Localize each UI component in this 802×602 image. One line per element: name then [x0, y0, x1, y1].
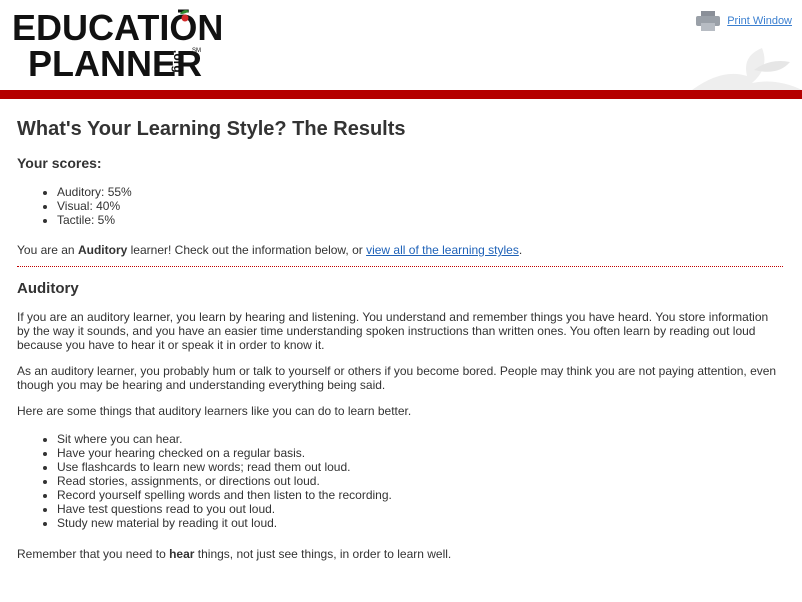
apple-icon: [180, 10, 189, 22]
view-all-styles-link[interactable]: view all of the learning styles: [366, 243, 519, 257]
closing-bold: hear: [169, 547, 195, 561]
tip-item: Use flashcards to learn new words; read …: [57, 460, 783, 474]
printer-icon[interactable]: [695, 11, 721, 31]
score-item: Visual: 40%: [57, 199, 783, 213]
tips-list: Sit where you can hear. Have your hearin…: [17, 432, 783, 530]
tip-item: Sit where you can hear.: [57, 432, 783, 446]
leaf-watermark-icon: [692, 48, 802, 90]
tip-item: Have your hearing checked on a regular b…: [57, 446, 783, 460]
result-prefix: You are an: [17, 243, 78, 257]
section-divider: [17, 266, 783, 267]
section-heading-auditory: Auditory: [17, 280, 79, 297]
auditory-paragraph-1: If you are an auditory learner, you lear…: [17, 310, 769, 352]
closing-suffix: things, not just see things, in order to…: [194, 547, 452, 561]
auditory-paragraph-3: Here are some things that auditory learn…: [17, 404, 412, 418]
auditory-paragraph-2: As an auditory learner, you probably hum…: [17, 364, 777, 392]
main-content: What's Your Learning Style? The Results …: [17, 100, 783, 561]
logo-service-mark: SM: [192, 48, 201, 54]
brand-red-bar: [0, 90, 802, 99]
logo-org-suffix: .org: [171, 50, 185, 73]
closing-prefix: Remember that you need to: [17, 547, 170, 561]
print-window-link[interactable]: Print Window: [727, 15, 792, 27]
tip-item: Read stories, assignments, or directions…: [57, 474, 783, 488]
tip-item: Study new material by reading it out lou…: [57, 516, 783, 530]
header: EDUCATIŌN PLANNER .org SM Print Window: [0, 0, 802, 90]
page-title: What's Your Learning Style? The Results: [17, 118, 406, 140]
result-end: .: [518, 243, 523, 257]
result-style: Auditory: [77, 243, 128, 257]
tip-item: Record yourself spelling words and then …: [57, 488, 783, 502]
closing-note: Remember that you need to hear things, n…: [17, 547, 783, 561]
tip-item: Have test questions read to you out loud…: [57, 502, 783, 516]
scores-list: Auditory: 55% Visual: 40% Tactile: 5%: [17, 185, 783, 227]
result-summary: You are an Auditory learner! Check out t…: [17, 243, 783, 257]
education-planner-logo[interactable]: EDUCATIŌN PLANNER .org SM: [12, 8, 223, 84]
score-item: Auditory: 55%: [57, 185, 783, 199]
result-middle: learner! Check out the information below…: [127, 243, 367, 257]
print-window-control[interactable]: Print Window: [695, 10, 792, 32]
score-item: Tactile: 5%: [57, 213, 783, 227]
scores-heading: Your scores:: [17, 155, 102, 171]
